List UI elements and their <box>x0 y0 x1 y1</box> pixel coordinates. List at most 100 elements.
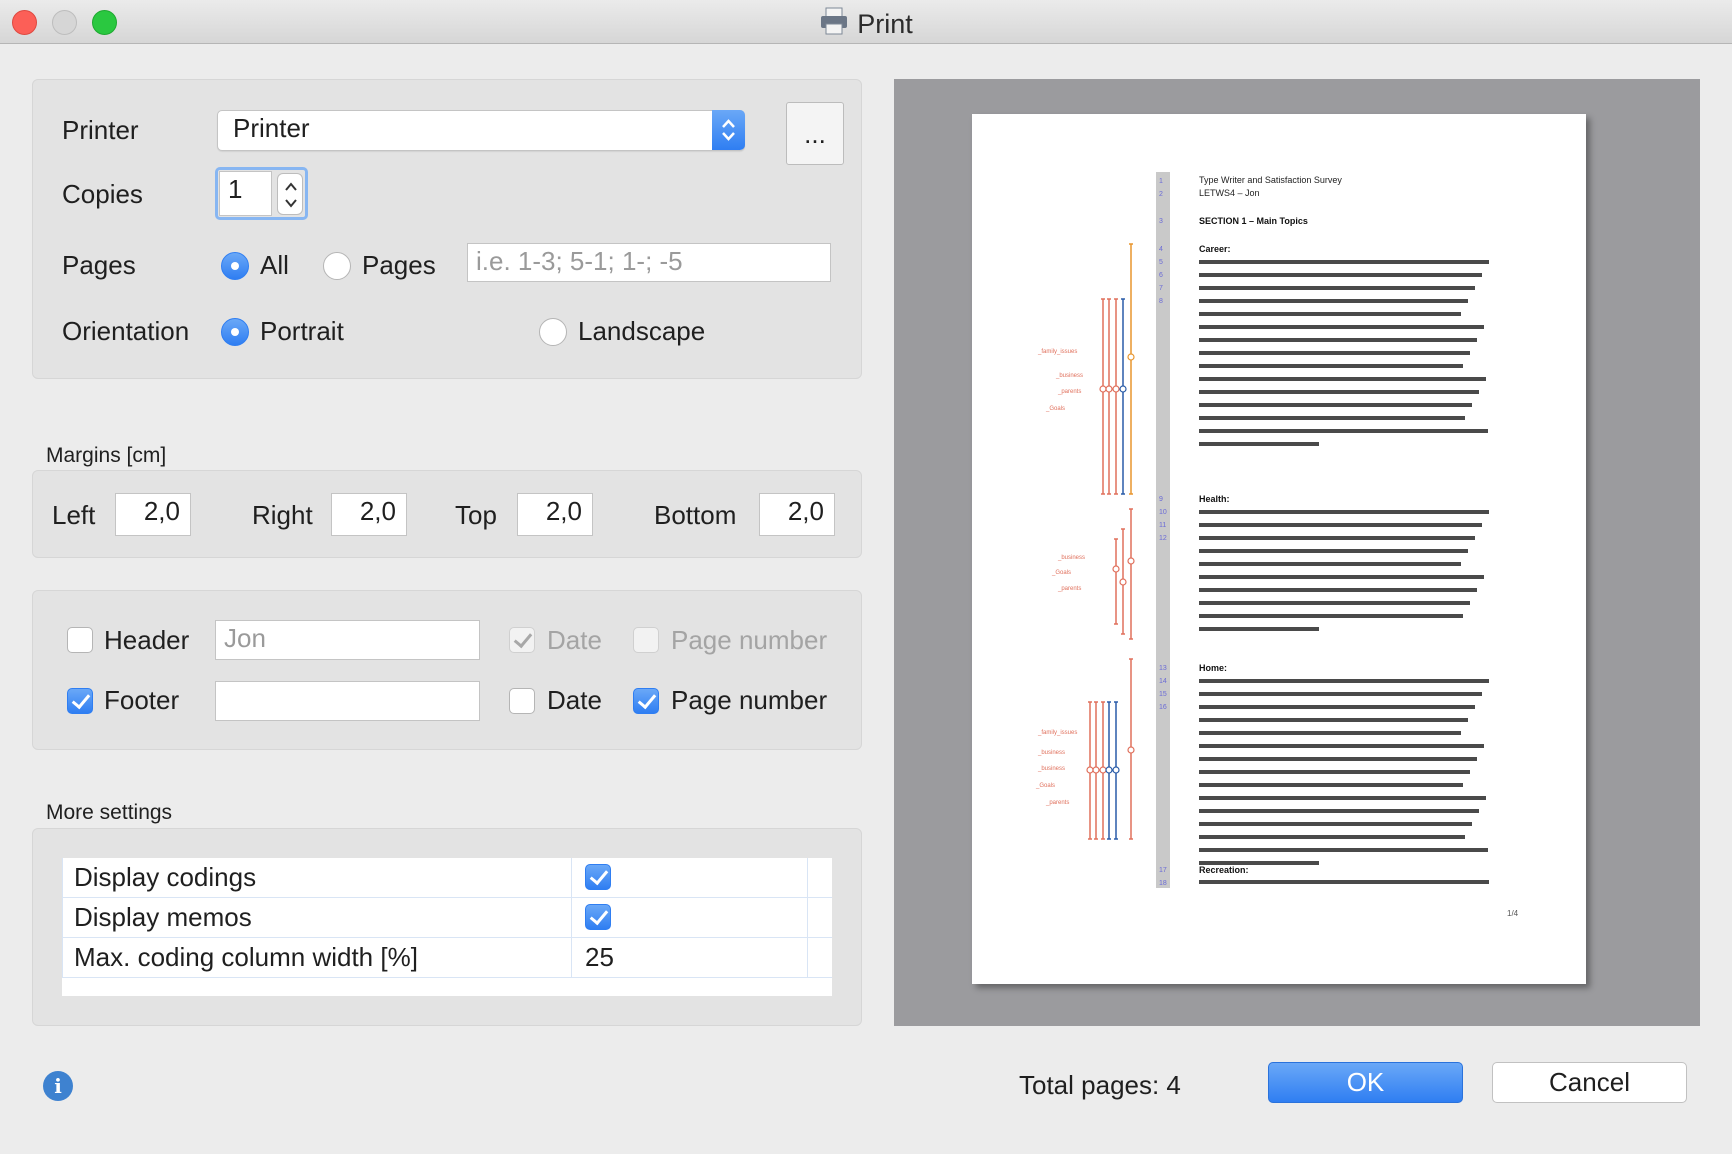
health-text-line <box>1199 588 1477 592</box>
header-text-input[interactable]: Jon <box>215 620 480 660</box>
line-number: 14 <box>1159 678 1167 685</box>
more-settings-table: Display codings Display memos Max. codin… <box>62 858 832 996</box>
printer-options-button[interactable]: ... <box>786 102 844 165</box>
code-label: _Goals <box>1051 570 1071 576</box>
home-text-line <box>1199 718 1468 722</box>
line-number-gutter <box>1156 172 1170 888</box>
portrait-radio[interactable] <box>221 318 249 346</box>
more-settings-title: More settings <box>46 801 173 824</box>
header-checkbox[interactable] <box>67 627 93 653</box>
footer-date-label[interactable]: Date <box>547 685 602 716</box>
home-text-line <box>1199 796 1486 800</box>
setting-name-max-coding-width: Max. coding column width [%] <box>62 938 572 978</box>
line-number: 17 <box>1159 867 1167 874</box>
health-text-line <box>1199 627 1319 631</box>
pages-range-label[interactable]: Pages <box>362 250 436 281</box>
pages-label: Pages <box>62 250 136 280</box>
coding-stripe-marker <box>1086 766 1094 774</box>
copies-stepper[interactable] <box>277 173 303 215</box>
margin-top-input[interactable]: 2,0 <box>517 493 593 536</box>
code-label: _family_issues <box>1037 730 1077 736</box>
home-text-line <box>1199 679 1489 683</box>
home-title: Home: <box>1199 663 1227 673</box>
footer-text-input[interactable] <box>215 681 480 721</box>
printer-select[interactable]: Printer <box>217 110 745 151</box>
margin-left-input[interactable]: 2,0 <box>115 493 191 536</box>
doc-subheading: LETWS4 – Jon <box>1199 188 1260 198</box>
line-number: 15 <box>1159 691 1167 698</box>
margin-right-input[interactable]: 2,0 <box>331 493 407 536</box>
coding-stripe-marker <box>1127 353 1135 361</box>
coding-stripe-marker <box>1112 385 1120 393</box>
header-label[interactable]: Header <box>104 625 189 656</box>
health-text-line <box>1199 523 1482 527</box>
coding-stripe-marker <box>1105 385 1113 393</box>
pages-range-radio[interactable] <box>323 252 351 280</box>
career-text-line <box>1199 260 1489 264</box>
footer-label[interactable]: Footer <box>104 685 179 716</box>
coding-stripe-marker <box>1105 766 1113 774</box>
code-label: _Goals <box>1045 406 1065 412</box>
margin-left-label: Left <box>52 500 96 530</box>
landscape-radio[interactable] <box>539 318 567 346</box>
home-text-line <box>1199 731 1461 735</box>
footer-page-number-label[interactable]: Page number <box>671 685 827 716</box>
coding-stripe-marker <box>1112 565 1120 573</box>
header-date-label[interactable]: Date <box>547 625 602 656</box>
footer-date-checkbox[interactable] <box>509 688 535 714</box>
margin-bottom-input[interactable]: 2,0 <box>759 493 835 536</box>
coding-stripe-marker <box>1119 385 1127 393</box>
code-label: _business <box>1037 766 1065 772</box>
printer-select-value: Printer <box>233 113 310 143</box>
health-text-line <box>1199 536 1475 540</box>
pages-all-label[interactable]: All <box>260 250 289 281</box>
coding-stripe-marker <box>1099 385 1107 393</box>
recreation-text-line <box>1199 880 1489 884</box>
line-number: 11 <box>1159 522 1166 529</box>
footer-checkbox[interactable] <box>67 688 93 714</box>
printer-icon <box>819 6 849 43</box>
margin-bottom-label: Bottom <box>654 500 737 530</box>
career-text-line <box>1199 416 1465 420</box>
line-number: 3 <box>1159 218 1163 225</box>
table-row[interactable]: Display memos <box>62 898 832 938</box>
health-text-line <box>1199 601 1470 605</box>
table-row[interactable]: Display codings <box>62 858 832 898</box>
line-number: 4 <box>1159 246 1163 253</box>
code-label: _business <box>1057 555 1085 561</box>
pages-all-radio[interactable] <box>221 252 249 280</box>
home-text-line <box>1199 861 1319 865</box>
stepper-arrows-icon <box>285 182 297 208</box>
info-icon[interactable]: i <box>43 1071 73 1101</box>
portrait-label[interactable]: Portrait <box>260 316 344 347</box>
landscape-label[interactable]: Landscape <box>578 316 705 347</box>
ok-button[interactable]: OK <box>1268 1062 1463 1103</box>
setting-name-display-codings: Display codings <box>62 858 572 898</box>
copies-label: Copies <box>62 179 143 209</box>
header-page-number-checkbox[interactable] <box>633 627 659 653</box>
table-row[interactable]: Max. coding column width [%] 25 <box>62 938 832 978</box>
footer-page-number-checkbox[interactable] <box>633 688 659 714</box>
header-page-number-label[interactable]: Page number <box>671 625 827 656</box>
career-text-line <box>1199 312 1461 316</box>
header-date-checkbox[interactable] <box>509 627 535 653</box>
max-coding-width-input[interactable]: 25 <box>573 938 808 978</box>
line-number: 6 <box>1159 272 1163 279</box>
home-text-line <box>1199 783 1463 787</box>
copies-input[interactable]: 1 <box>219 171 272 216</box>
line-number: 18 <box>1159 880 1167 887</box>
cancel-button[interactable]: Cancel <box>1492 1062 1687 1103</box>
display-memos-checkbox[interactable] <box>585 904 611 930</box>
setting-value-cell[interactable] <box>573 858 808 898</box>
career-text-line <box>1199 286 1475 290</box>
pages-range-input[interactable]: i.e. 1-3; 5-1; 1-; -5 <box>467 243 831 282</box>
display-codings-checkbox[interactable] <box>585 864 611 890</box>
code-label: _Goals <box>1035 783 1055 789</box>
health-text-line <box>1199 575 1484 579</box>
career-text-line <box>1199 442 1319 446</box>
setting-value-cell[interactable] <box>573 898 808 938</box>
code-label: _parents <box>1045 800 1069 806</box>
window-title-area: Print <box>0 6 1732 43</box>
code-label: _parents <box>1057 586 1081 592</box>
home-text-line <box>1199 835 1465 839</box>
